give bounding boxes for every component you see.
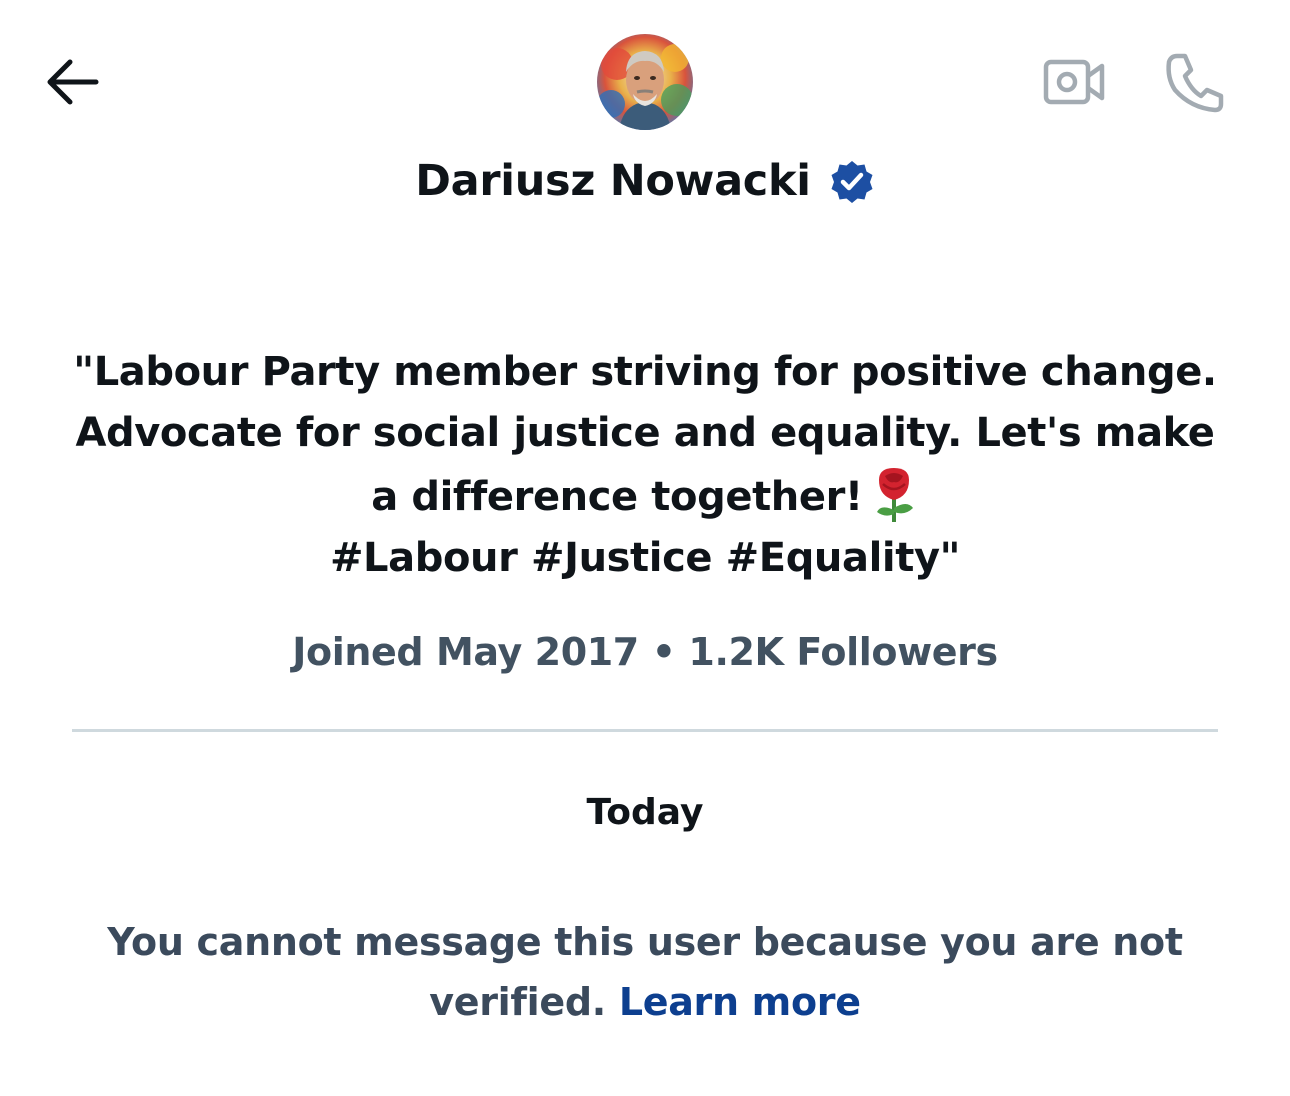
back-button[interactable] (40, 52, 104, 112)
rose-icon (869, 464, 919, 524)
cannot-message-notice: You cannot message this user because you… (20, 912, 1270, 1032)
profile-bio: "Labour Party member striving for positi… (60, 342, 1230, 589)
day-label: Today (586, 792, 704, 833)
avatar[interactable] (597, 34, 693, 130)
profile-name[interactable]: Dariusz Nowacki (415, 156, 811, 206)
phone-icon (1166, 53, 1224, 113)
followers-count[interactable]: 1.2K Followers (688, 630, 998, 674)
voice-call-button[interactable] (1156, 46, 1232, 118)
profile-photo (597, 34, 693, 130)
video-call-button[interactable] (1036, 50, 1112, 114)
learn-more-link[interactable]: Learn more (619, 980, 861, 1024)
arrow-left-icon (47, 59, 99, 105)
bio-hashtags: #Labour #Justice #Equality" (329, 535, 961, 581)
joined-date: Joined May 2017 (292, 630, 639, 674)
bio-text: "Labour Party member striving for positi… (73, 349, 1217, 520)
profile-name-row: Dariusz Nowacki (0, 148, 1290, 214)
video-camera-icon (1043, 59, 1105, 105)
divider (72, 729, 1218, 732)
profile-meta: Joined May 2017 • 1.2K Followers (0, 624, 1290, 680)
meta-separator: • (651, 630, 676, 674)
verified-badge-icon[interactable] (829, 159, 875, 205)
